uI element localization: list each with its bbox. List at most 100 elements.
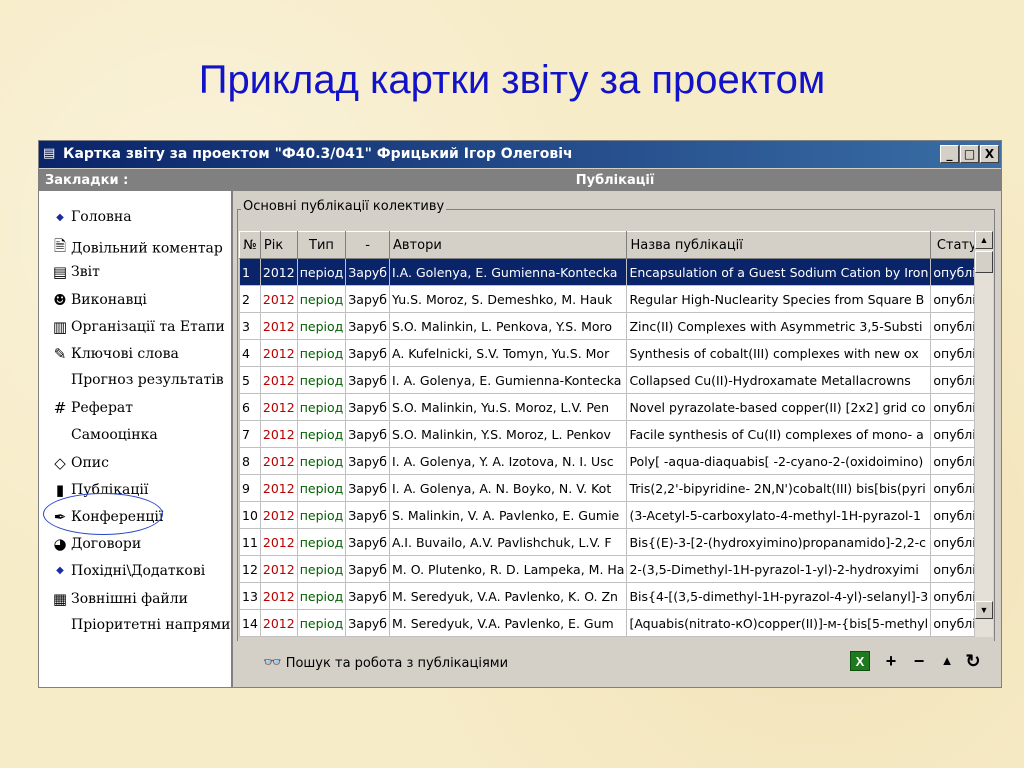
table-cell: [Aquabis(nitrato-кO)copper(II)]-м-{bis[5… bbox=[626, 609, 932, 637]
sidebar-item-1[interactable]: ◆ Головна bbox=[49, 209, 132, 233]
report-icon: ▤ bbox=[52, 263, 68, 282]
search-publications-button[interactable]: 👓 Пошук та робота з публікаціями bbox=[263, 653, 508, 671]
sidebar-item-label: Звіт bbox=[71, 264, 100, 281]
table-cell: опублік. bbox=[930, 609, 974, 637]
table-cell: опублік. bbox=[930, 393, 974, 421]
table-cell: M. Seredyuk, V.A. Pavlenko, K. O. Zn bbox=[388, 582, 628, 610]
table-cell: опублік. bbox=[930, 501, 974, 529]
table-cell: Poly[ -aqua-diaquabis[ -2-cyano-2-(oxido… bbox=[626, 447, 932, 475]
diamond-bullet-icon: ◆ bbox=[56, 565, 64, 577]
table-cell: Collapsed Cu(II)-Hydroxamate Metallacrow… bbox=[626, 366, 932, 394]
table-cell: Encapsulation of a Guest Sodium Cation b… bbox=[626, 258, 932, 286]
sidebar-item-8[interactable]: # Реферат bbox=[49, 399, 133, 423]
sidebar-item-7[interactable]: Прогноз результатів bbox=[49, 372, 224, 396]
table-cell: I. A. Golenya, E. Gumienna-Kontecka bbox=[388, 366, 628, 394]
sidebar-item-4[interactable]: ☻ Виконавці bbox=[49, 291, 147, 315]
table-row[interactable]: 7 2012 період Заруб S.O. Malinkin, Y.S. Moro… bbox=[239, 420, 974, 448]
sidebar-item-2[interactable]: 🗎 Довільний коментар bbox=[49, 236, 223, 260]
window-titlebar[interactable]: ▤ Картка звіту за проектом "Ф40.3/041" Ф… bbox=[39, 141, 1001, 168]
column-header[interactable]: № bbox=[239, 231, 261, 259]
minus-icon[interactable]: − bbox=[909, 651, 929, 671]
sidebar-item-label: Головна bbox=[71, 209, 132, 225]
up-triangle-icon[interactable]: ▲ bbox=[937, 651, 957, 671]
sidebar-item-13[interactable]: ◕ Договори bbox=[49, 535, 141, 559]
sidebar-item-label: Похідні\Додаткові bbox=[71, 562, 206, 579]
sidebar-item-label: Договори bbox=[71, 536, 142, 553]
table-row[interactable]: 11 2012 період Заруб A.I. Buvailo, A.V. Pavl… bbox=[239, 528, 974, 556]
table-cell: Заруб bbox=[345, 312, 390, 340]
sidebar-item-16[interactable]: Пріоритетні напрями bbox=[49, 617, 230, 641]
table-vertical-scrollbar[interactable]: ▲ ▼ bbox=[974, 231, 993, 637]
sidebar-item-15[interactable]: ▦ Зовнішні файли bbox=[49, 590, 188, 614]
table-cell: опублік. bbox=[930, 528, 974, 556]
table-cell: 2012 bbox=[259, 609, 298, 637]
table-row[interactable]: 9 2012 період Заруб I. A. Golenya, A. N. Boy… bbox=[239, 474, 974, 502]
table-row[interactable]: 6 2012 період Заруб S.O. Malinkin, Yu.S. Mor… bbox=[239, 393, 974, 421]
plus-icon[interactable]: + bbox=[881, 651, 901, 671]
table-cell: період bbox=[296, 528, 347, 556]
table-cell: 13 bbox=[239, 582, 261, 610]
table-cell: опублік. bbox=[930, 555, 974, 583]
table-row[interactable]: 8 2012 період Заруб I. A. Golenya, Y. A. Izo… bbox=[239, 447, 974, 475]
maximize-button[interactable]: □ bbox=[960, 145, 979, 163]
table-cell: Заруб bbox=[345, 555, 390, 583]
column-header[interactable]: Назва публікації bbox=[626, 231, 932, 259]
close-button[interactable]: X bbox=[980, 145, 999, 163]
sidebar-item-3[interactable]: ▤ Звіт bbox=[49, 263, 100, 287]
column-header[interactable]: Тип bbox=[296, 231, 347, 259]
table-cell: 2-(3,5-Dimethyl-1H-pyrazol-1-yl)-2-hydro… bbox=[626, 555, 932, 583]
table-cell: Заруб bbox=[345, 528, 390, 556]
table-row[interactable]: 5 2012 період Заруб I. A. Golenya, E. Gumien… bbox=[239, 366, 974, 394]
table-cell: період bbox=[296, 285, 347, 313]
table-row[interactable]: 3 2012 період Заруб S.O. Malinkin, L. Penkov… bbox=[239, 312, 974, 340]
sidebar-item-14[interactable]: ◆ Похідні\Додаткові bbox=[49, 563, 205, 587]
table-cell: Bis{4-[(3,5-dimethyl-1H-pyrazol-4-yl)-se… bbox=[626, 582, 932, 610]
table-cell: період bbox=[296, 339, 347, 367]
hash-document-icon: # bbox=[53, 399, 67, 418]
table-row[interactable]: 10 2012 період Заруб S. Malinkin, V. A. Pavl… bbox=[239, 501, 974, 529]
table-cell: період bbox=[296, 420, 347, 448]
table-cell: S.O. Malinkin, Y.S. Moroz, L. Penkov bbox=[388, 420, 628, 448]
minimize-button[interactable]: _ bbox=[940, 145, 959, 163]
sidebar-item-5[interactable]: ▥ Організації та Етапи bbox=[49, 318, 225, 342]
scroll-up-arrow-icon[interactable]: ▲ bbox=[975, 231, 993, 249]
column-header[interactable]: Рік bbox=[259, 231, 298, 259]
report-card-window: ▤ Картка звіту за проектом "Ф40.3/041" Ф… bbox=[38, 140, 1002, 688]
table-row[interactable]: 12 2012 період Заруб M. O. Plutenko, R. D. L… bbox=[239, 555, 974, 583]
search-publications-label: Пошук та робота з публікаціями bbox=[285, 656, 509, 671]
sidebar-item-10[interactable]: ◇ Опис bbox=[49, 454, 109, 478]
bottom-toolbar: 👓 Пошук та робота з публікаціями X + − ▲ … bbox=[233, 641, 999, 681]
table-row[interactable]: 2 2012 період Заруб Yu.S. Moroz, S. Demeshko… bbox=[239, 285, 974, 313]
table-cell: 11 bbox=[239, 528, 261, 556]
scrollbar-thumb[interactable] bbox=[975, 251, 993, 273]
bookmarks-sidebar: ◆ Головна 🗎 Довільний коментар ▤ Звіт ☻ Виконав… bbox=[39, 191, 233, 687]
table-row[interactable]: 13 2012 період Заруб M. Seredyuk, V.A. Pavle… bbox=[239, 582, 974, 610]
table-cell: Заруб bbox=[345, 258, 390, 286]
table-cell: період bbox=[296, 609, 347, 637]
table-cell: 2012 bbox=[259, 366, 298, 394]
refresh-icon[interactable]: ↻ bbox=[963, 651, 983, 671]
table-cell: 2012 bbox=[259, 501, 298, 529]
table-cell: Regular High-Nuclearity Species from Squ… bbox=[626, 285, 932, 313]
table-cell: Заруб bbox=[345, 501, 390, 529]
sidebar-item-6[interactable]: ✎ Ключові слова bbox=[49, 345, 179, 369]
sidebar-item-9[interactable]: Самооцінка bbox=[49, 427, 158, 451]
table-row[interactable]: 4 2012 період Заруб A. Kufelnicki, S.V. Tomy… bbox=[239, 339, 974, 367]
column-header[interactable]: Статус bbox=[930, 231, 974, 259]
table-cell: опублік. bbox=[930, 420, 974, 448]
column-header[interactable]: Автори bbox=[388, 231, 628, 259]
publications-table[interactable]: №РікТип-АвториНазва публікаціїСтатусДФФД… bbox=[239, 231, 974, 637]
table-cell: період bbox=[296, 474, 347, 502]
window-title: Картка звіту за проектом "Ф40.3/041" Фри… bbox=[63, 146, 573, 162]
table-cell: 2012 bbox=[259, 339, 298, 367]
table-cell: 3 bbox=[239, 312, 261, 340]
table-cell: 2 bbox=[239, 285, 261, 313]
table-row[interactable]: 1 2012 період Заруб I.A. Golenya, E. Gumienn… bbox=[239, 258, 974, 286]
table-cell: опублік. bbox=[930, 447, 974, 475]
table-cell: 4 bbox=[239, 339, 261, 367]
sidebar-item-label: Пріоритетні напрями bbox=[71, 617, 231, 633]
scroll-down-arrow-icon[interactable]: ▼ bbox=[975, 601, 993, 619]
column-header[interactable]: - bbox=[345, 231, 390, 259]
table-row[interactable]: 14 2012 період Заруб M. Seredyuk, V.A. Pavle… bbox=[239, 609, 974, 637]
excel-icon[interactable]: X bbox=[850, 651, 870, 671]
